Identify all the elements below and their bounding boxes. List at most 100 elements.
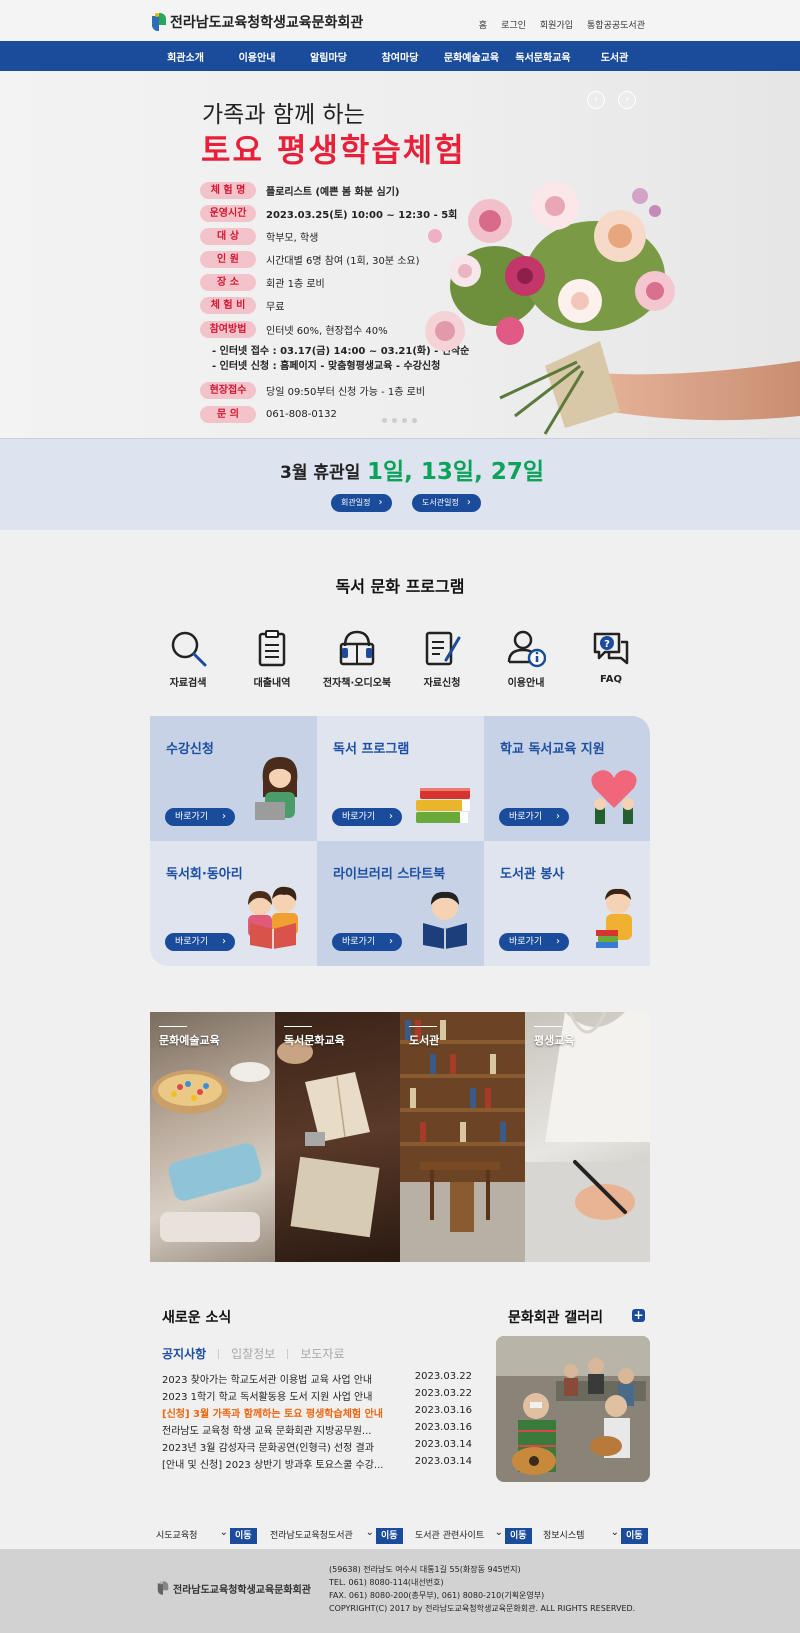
footer-line: FAX. 061) 8080-200(총무부), 061) 8080-210(기… (329, 1591, 545, 1600)
news-item[interactable]: 2023 찾아가는 학교도서관 이용법 교육 사업 안내 2023.03.22 (162, 1371, 472, 1388)
hero-row: 체 험 명 플로리스트 (예쁜 봄 화분 심기) (200, 182, 399, 199)
tab-press[interactable]: 보도자료 (300, 1345, 344, 1362)
news-item-title[interactable]: [안내 및 신청] 2023 상반기 방과후 토요스쿨 수강... (162, 1456, 400, 1473)
card-title: 학교 독서교육 지원 (500, 742, 605, 757)
news-item[interactable]: [신청] 3월 가족과 함께하는 토요 평생학습체험 안내 2023.03.16 (162, 1405, 472, 1422)
quick-link-guide[interactable]: 이용안내 (491, 628, 561, 689)
program-title: 독서 문화 프로그램 (335, 577, 465, 596)
education-office-select[interactable]: 시도교육청 (150, 1525, 230, 1544)
reading-photo-image (277, 1040, 380, 1238)
card-reading-program[interactable]: 독서 프로그램 바로가기 › (317, 716, 484, 841)
card-go-button[interactable]: 바로가기 › (332, 933, 402, 951)
library-photo-image (400, 1012, 525, 1262)
quick-link-ebook[interactable]: 전자책·오디오북 (322, 628, 392, 689)
news-item-date: 2023.03.22 (414, 1371, 472, 1382)
hero-pagination[interactable] (382, 418, 417, 423)
card-library-volunteer[interactable]: 도서관 봉사 바로가기 › (484, 841, 650, 966)
tile-arts-education[interactable]: 문화예술교육 (150, 1012, 275, 1262)
news-item-title[interactable]: 2023 1학기 학교 독서활동용 도서 지원 사업 안내 (162, 1388, 400, 1405)
hero-row-value: 시간대별 6명 참여 (1회, 30분 소요) (266, 256, 420, 267)
hero-banner[interactable]: 가족과 함께 하는 토요 평생학습체험 ‹ › 체 험 명 플로리스트 (예쁜 봄… (0, 71, 800, 438)
hero-row-value: 플로리스트 (예쁜 봄 화분 심기) (266, 187, 400, 198)
quick-link-search[interactable]: 자료검색 (153, 628, 223, 689)
card-go-label: 바로가기 (175, 937, 209, 947)
go-button[interactable]: 이동 (505, 1528, 532, 1544)
news-item-title[interactable]: 전라남도 교육청 학생 교육 문화회관 지방공무원... (162, 1422, 400, 1439)
news-list: 2023 찾아가는 학교도서관 이용법 교육 사업 안내 2023.03.22 2… (162, 1371, 472, 1473)
closure-days: 1일, 13일, 27일 (367, 459, 544, 485)
nav-item-arts-education[interactable]: 문화예술교육 (436, 49, 507, 64)
user-info-icon (507, 630, 546, 668)
card-go-button[interactable]: 바로가기 › (332, 808, 402, 826)
hero-prev-icon[interactable]: ‹ (587, 91, 605, 109)
card-title: 라이브러리 스타트북 (333, 867, 446, 882)
news-title: 새로운 소식 (162, 1310, 232, 1326)
card-library-startbook[interactable]: 라이브러리 스타트북 바로가기 › (317, 841, 484, 966)
volunteer-books-illustration (596, 888, 632, 948)
nav-item-participation[interactable]: 참여마당 (365, 49, 436, 64)
quick-link-faq[interactable]: ? FAQ (576, 628, 646, 685)
info-system-select[interactable]: 정보시스템 (537, 1525, 621, 1544)
hero-row-value: 061-808-0132 (266, 409, 337, 420)
closure-banner: 3월 휴관일 1일, 13일, 27일 회관일정 › 도서관일정 › (0, 438, 800, 530)
library-select[interactable]: 전라남도교육청도서관 (264, 1525, 376, 1544)
footer-logo-text: 전라남도교육청학생교육문화회관 (173, 1584, 311, 1596)
center-schedule-button[interactable]: 회관일정 › (331, 494, 393, 512)
library-sites-select[interactable]: 도서관 관련사이트 (409, 1525, 505, 1544)
library-schedule-button[interactable]: 도서관일정 › (412, 494, 481, 512)
tile-library[interactable]: 도서관 (400, 1012, 525, 1262)
card-go-button[interactable]: 바로가기 › (165, 933, 235, 951)
card-course-registration[interactable]: 수강신청 바로가기 › (150, 716, 317, 841)
nav-item-reading-education[interactable]: 독서문화교육 (508, 49, 579, 64)
quick-link-loans[interactable]: 대출내역 (237, 628, 307, 689)
logo-mark-icon (157, 1581, 169, 1595)
news-item-title[interactable]: [신청] 3월 가족과 함께하는 토요 평생학습체험 안내 (162, 1405, 400, 1422)
nav-item-about[interactable]: 회관소개 (150, 49, 221, 64)
tile-reading-education[interactable]: 독서문화교육 (275, 1012, 400, 1262)
card-reading-club[interactable]: 독서회·동아리 바로가기 › (150, 841, 317, 966)
tab-bids[interactable]: 입찰정보 (231, 1345, 275, 1362)
card-go-button[interactable]: 바로가기 › (499, 933, 569, 951)
quick-link-label: 자료신청 (423, 678, 461, 689)
nav-item-usage[interactable]: 이용안내 (222, 49, 293, 64)
gallery-more-icon[interactable]: + (632, 1309, 645, 1322)
quick-link-request[interactable]: 자료신청 (407, 628, 477, 689)
nav-item-notice[interactable]: 알림마당 (293, 49, 364, 64)
hero-row-value: 학부모, 학생 (266, 233, 319, 244)
go-button[interactable]: 이동 (230, 1528, 257, 1544)
news-item[interactable]: [안내 및 신청] 2023 상반기 방과후 토요스쿨 수강... 2023.03… (162, 1456, 472, 1473)
tab-divider (287, 1348, 289, 1359)
hero-row: 현장접수 당일 09:50부터 신청 가능 - 1층 로비 (200, 382, 425, 399)
footer-line: TEL. 061) 8080-114(내선번호) (329, 1578, 444, 1587)
gallery-photo[interactable] (496, 1336, 650, 1482)
public-library-link[interactable]: 통합공공도서관 (587, 18, 645, 31)
hero-next-icon[interactable]: › (618, 91, 636, 109)
news-item[interactable]: 2023년 3월 감성자극 문화공연(인형극) 선정 결과 2023.03.14 (162, 1439, 472, 1456)
signup-link[interactable]: 회원가입 (540, 18, 573, 31)
quick-link-label: 대출내역 (253, 678, 291, 689)
news-item-title[interactable]: 2023 찾아가는 학교도서관 이용법 교육 사업 안내 (162, 1371, 400, 1388)
select-library: 전라남도교육청도서관 이동 (264, 1525, 403, 1544)
tile-bar (409, 1026, 437, 1027)
news-item-title[interactable]: 2023년 3월 감성자극 문화공연(인형극) 선정 결과 (162, 1439, 400, 1456)
card-go-button[interactable]: 바로가기 › (499, 808, 569, 826)
hero-row-label: 장 소 (200, 274, 256, 291)
go-button[interactable]: 이동 (376, 1528, 403, 1544)
card-school-reading-support[interactable]: 학교 독서교육 지원 바로가기 › (484, 716, 650, 841)
tab-notices[interactable]: 공지사항 (162, 1345, 206, 1362)
card-go-button[interactable]: 바로가기 › (165, 808, 235, 826)
top-bar (0, 0, 800, 41)
news-item[interactable]: 전라남도 교육청 학생 교육 문화회관 지방공무원... 2023.03.16 (162, 1422, 472, 1439)
site-logo[interactable]: 전라남도교육청학생교육문화회관 (152, 12, 363, 32)
card-go-label: 바로가기 (509, 937, 543, 947)
login-link[interactable]: 로그인 (501, 18, 526, 31)
go-button[interactable]: 이동 (621, 1528, 648, 1544)
home-link[interactable]: 홈 (479, 18, 487, 31)
chevron-right-icon: › (556, 936, 560, 947)
tile-lifelong-education[interactable]: 평생교육 (525, 1012, 650, 1262)
news-item-date: 2023.03.16 (414, 1422, 472, 1433)
news-item[interactable]: 2023 1학기 학교 독서활동용 도서 지원 사업 안내 2023.03.22 (162, 1388, 472, 1405)
select-education-office: 시도교육청 이동 (150, 1525, 257, 1544)
chevron-right-icon: › (556, 811, 560, 822)
nav-item-library[interactable]: 도서관 (579, 49, 650, 64)
